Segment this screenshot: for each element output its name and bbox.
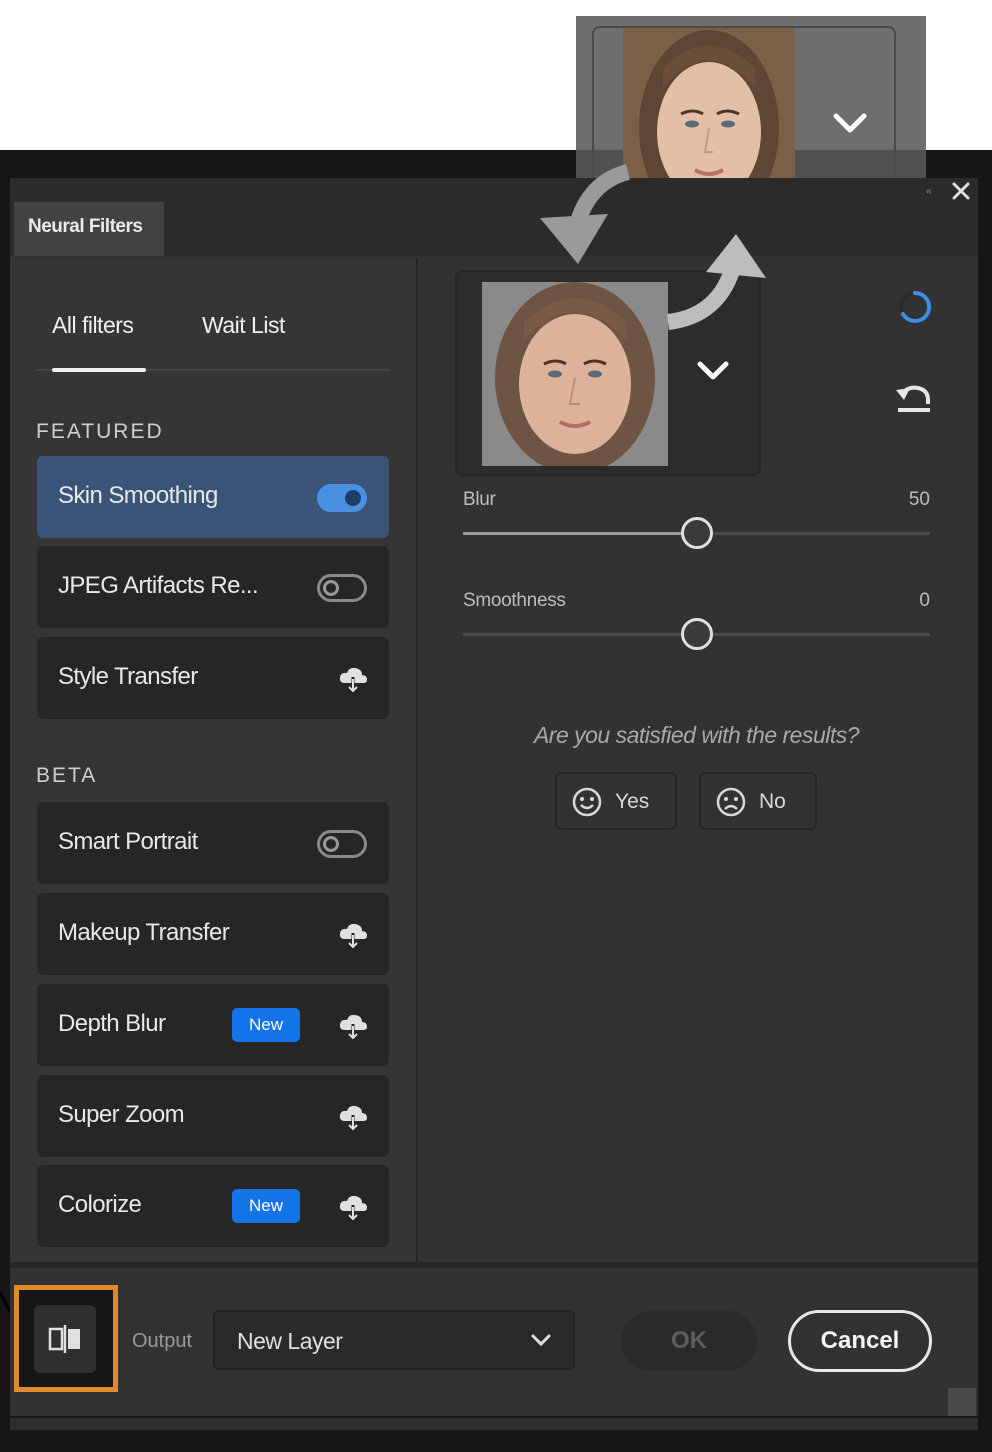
filter-smart-portrait[interactable]: Smart Portrait (37, 802, 389, 884)
blur-slider[interactable] (463, 517, 930, 549)
smoothness-slider-value: 0 (919, 590, 930, 611)
filter-label: JPEG Artifacts Re... (58, 572, 259, 599)
annotation-line (0, 1292, 10, 1313)
ok-button[interactable]: OK (621, 1311, 757, 1371)
filter-label: Colorize (58, 1191, 142, 1218)
dialog-title-tab: Neural Filters (14, 202, 164, 256)
loading-spinner-icon (899, 290, 932, 323)
tab-all-filters[interactable]: All filters (52, 312, 134, 339)
panel-divider (416, 258, 418, 1262)
chevron-down-icon (531, 1334, 551, 1347)
split-view-icon (48, 1325, 80, 1353)
feedback-no-button[interactable]: No (699, 772, 817, 830)
reset-icon[interactable] (894, 380, 934, 416)
filter-label: Super Zoom (58, 1101, 185, 1128)
section-featured-heading: FEATURED (36, 420, 164, 443)
chevron-down-icon[interactable] (694, 356, 732, 386)
output-label: Output (132, 1330, 193, 1352)
close-icon[interactable] (950, 180, 972, 202)
filter-label: Style Transfer (58, 663, 198, 690)
frown-icon (716, 787, 746, 817)
feedback-yes-label: Yes (615, 790, 650, 813)
smart-portrait-toggle[interactable] (317, 830, 367, 858)
smile-icon (572, 787, 602, 817)
blur-slider-fill (463, 532, 697, 535)
filter-skin-smoothing[interactable]: Skin Smoothing (37, 456, 389, 538)
cloud-download-icon[interactable] (337, 1103, 369, 1131)
jpeg-artifacts-toggle[interactable] (317, 574, 367, 602)
feedback-question: Are you satisfied with the results? (533, 722, 860, 748)
output-select-value: New Layer (237, 1328, 343, 1354)
tab-wait-list[interactable]: Wait List (202, 312, 285, 339)
output-select[interactable]: New Layer (213, 1310, 575, 1370)
filter-label: Makeup Transfer (58, 919, 230, 946)
filter-depth-blur[interactable]: Depth Blur New (37, 984, 389, 1066)
cloud-download-icon[interactable] (337, 921, 369, 949)
skin-smoothing-toggle[interactable] (317, 484, 367, 512)
smoothness-slider[interactable] (463, 618, 930, 650)
section-beta-heading: BETA (36, 764, 98, 787)
smoothness-slider-thumb[interactable] (680, 618, 713, 650)
filter-super-zoom[interactable]: Super Zoom (37, 1075, 389, 1157)
filter-label: Smart Portrait (58, 828, 198, 855)
blur-slider-value: 50 (908, 489, 930, 510)
footer-divider (10, 1262, 978, 1268)
active-tab-indicator (52, 368, 146, 372)
panel-collapse-icon[interactable]: « (926, 186, 932, 197)
dialog-bottom-bar (10, 1418, 978, 1430)
blur-slider-thumb[interactable] (680, 517, 713, 549)
reference-chevron-down-icon (833, 113, 867, 133)
blur-slider-label: Blur (463, 489, 496, 510)
feedback-no-label: No (759, 790, 786, 813)
cloud-download-icon[interactable] (337, 1012, 369, 1040)
new-badge: New (232, 1008, 300, 1042)
filter-jpeg-artifacts[interactable]: JPEG Artifacts Re... (37, 546, 389, 628)
swap-arrows-icon (540, 164, 766, 330)
filter-style-transfer[interactable]: Style Transfer (37, 637, 389, 719)
cloud-download-icon[interactable] (337, 665, 369, 693)
filter-colorize[interactable]: Colorize New (37, 1165, 389, 1247)
filter-label: Depth Blur (58, 1010, 166, 1037)
filter-label: Skin Smoothing (58, 482, 218, 509)
compare-before-after-button[interactable] (34, 1305, 96, 1373)
cloud-download-icon[interactable] (337, 1193, 369, 1221)
smoothness-slider-label: Smoothness (463, 590, 566, 611)
feedback-yes-button[interactable]: Yes (555, 772, 677, 830)
smoothness-slider-fill (463, 633, 697, 636)
filter-makeup-transfer[interactable]: Makeup Transfer (37, 893, 389, 975)
resize-grip[interactable] (948, 1388, 976, 1416)
cancel-button[interactable]: Cancel (788, 1310, 932, 1372)
new-badge: New (232, 1189, 300, 1223)
dialog-titlebar: Neural Filters (10, 178, 978, 256)
